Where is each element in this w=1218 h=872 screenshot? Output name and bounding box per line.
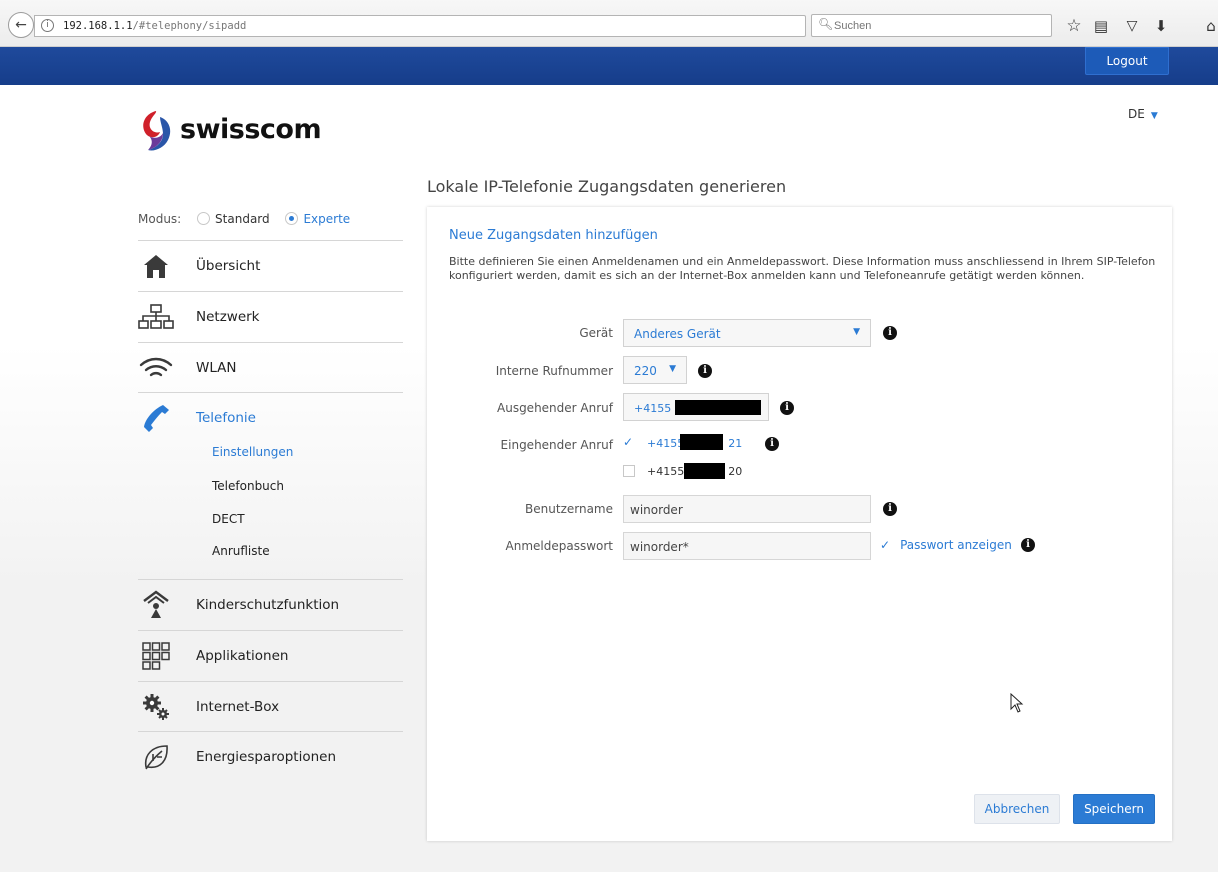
search-icon: 🔍︎ — [818, 17, 834, 31]
username-input[interactable]: winorder — [623, 495, 871, 523]
sidebar-item-label: WLAN — [196, 360, 237, 376]
network-icon — [138, 301, 174, 333]
sidebar-item-label: Applikationen — [196, 648, 289, 664]
save-button[interactable]: Speichern — [1073, 794, 1155, 824]
internal-number-label: Interne Rufnummer — [495, 364, 613, 378]
device-select-value: Anderes Gerät — [634, 327, 721, 341]
sidebar-item-label: Telefonie — [196, 410, 256, 426]
incoming-checkbox-1[interactable]: ✓ — [623, 436, 635, 448]
logout-button[interactable]: Logout — [1085, 47, 1169, 75]
incoming-number-1-suffix: 21 — [728, 437, 743, 450]
swisscom-logo-icon — [143, 111, 171, 151]
section-title: Neue Zugangsdaten hinzufügen — [449, 228, 658, 243]
subnav-anrufliste[interactable]: Anrufliste — [212, 544, 270, 558]
subnav-telefonbuch[interactable]: Telefonbuch — [212, 479, 284, 493]
sidebar-item-energiesparoptionen[interactable]: Energiesparoptionen — [138, 731, 403, 782]
browser-toolbar: ← i 192.168.1.1/#telephony/sipadd ↻ 🔍︎ ☆… — [0, 0, 1218, 47]
phone-icon — [138, 402, 174, 434]
child-protection-icon — [138, 589, 174, 621]
radio-expert[interactable] — [285, 212, 299, 225]
info-icon[interactable]: i — [1021, 538, 1035, 552]
mode-standard-label[interactable]: Standard — [215, 212, 270, 226]
url-text: 192.168.1.1/#telephony/sipadd — [63, 20, 246, 32]
sidebar-item-label: Netzwerk — [196, 309, 260, 325]
sidebar-item-label: Kinderschutzfunktion — [196, 597, 340, 613]
incoming-call-label: Eingehender Anruf — [500, 438, 613, 452]
show-password-toggle[interactable]: ✓ Passwort anzeigen — [880, 538, 1012, 552]
mouse-cursor-icon — [1010, 693, 1024, 713]
info-icon[interactable]: i — [698, 364, 712, 378]
home-icon[interactable]: ⌂ — [1204, 16, 1218, 36]
mode-switch: Modus: Standard Experte — [138, 212, 350, 226]
internal-number-select[interactable]: 220 ▼ — [623, 356, 687, 384]
top-banner — [0, 47, 1218, 85]
sidebar-item-uebersicht[interactable]: Übersicht — [138, 240, 403, 291]
password-label: Anmeldepasswort — [505, 539, 614, 553]
cancel-button[interactable]: Abbrechen — [974, 794, 1060, 824]
swisscom-logo[interactable]: swisscom — [136, 108, 336, 154]
gears-icon — [138, 691, 174, 723]
page-title: Lokale IP-Telefonie Zugangsdaten generie… — [427, 177, 787, 196]
form-panel: Neue Zugangsdaten hinzufügen Bitte defin… — [427, 207, 1172, 841]
sidebar-item-label: Energiesparoptionen — [196, 749, 337, 765]
info-icon[interactable]: i — [883, 502, 897, 516]
search-input[interactable] — [834, 17, 1044, 34]
language-selector[interactable]: DE ▼ — [1128, 107, 1158, 121]
redaction-bar — [684, 463, 725, 479]
subnav-dect[interactable]: DECT — [212, 512, 245, 526]
checkbox-checked-icon[interactable]: ✓ — [880, 538, 890, 552]
logo-text: swisscom — [180, 114, 322, 145]
incoming-number-1-prefix: +4155 — [647, 437, 685, 450]
language-value: DE — [1128, 107, 1145, 121]
sidebar-item-label: Internet-Box — [196, 699, 280, 715]
incoming-number-2-prefix: +4155 — [647, 465, 685, 478]
outgoing-call-label: Ausgehender Anruf — [497, 401, 613, 415]
username-label: Benutzername — [525, 502, 613, 516]
incoming-number-2-suffix: 20 — [728, 465, 743, 478]
reading-list-icon[interactable]: ▤ — [1091, 16, 1111, 36]
device-select[interactable]: Anderes Gerät ▼ — [623, 319, 871, 347]
internal-number-value: 220 — [634, 364, 657, 378]
sidebar-item-wlan[interactable]: WLAN — [138, 342, 403, 393]
house-icon — [138, 250, 174, 282]
incoming-checkbox-2[interactable] — [623, 465, 635, 477]
url-host: 192.168.1.1 — [63, 20, 133, 32]
outgoing-call-value: +4155 — [634, 402, 672, 415]
redaction-bar — [675, 400, 761, 415]
subnav-einstellungen[interactable]: Einstellungen — [212, 445, 293, 459]
bookmark-star-icon[interactable]: ☆ — [1064, 16, 1084, 36]
show-password-label: Passwort anzeigen — [900, 538, 1012, 552]
download-icon[interactable]: ⬇ — [1151, 16, 1171, 36]
chevron-down-icon: ▼ — [669, 364, 676, 374]
info-icon[interactable]: i — [765, 437, 779, 451]
info-icon[interactable]: i — [41, 19, 54, 32]
info-icon[interactable]: i — [883, 326, 897, 340]
back-arrow-icon[interactable]: ← — [8, 12, 34, 38]
wifi-icon — [138, 352, 174, 384]
mode-expert-label[interactable]: Experte — [303, 212, 350, 226]
chevron-down-icon: ▼ — [853, 327, 860, 337]
sidebar-item-kinderschutzfunktion[interactable]: Kinderschutzfunktion — [138, 579, 403, 630]
sidebar-item-label: Übersicht — [196, 258, 261, 274]
leaf-icon — [138, 741, 174, 773]
redaction-bar — [680, 434, 723, 450]
chevron-down-icon: ▼ — [1150, 111, 1158, 121]
password-input[interactable]: winorder* — [623, 532, 871, 560]
device-label: Gerät — [579, 326, 613, 340]
radio-standard[interactable] — [197, 212, 211, 225]
description-text: Bitte definieren Sie einen Anmeldenamen … — [449, 255, 1156, 282]
info-icon[interactable]: i — [780, 401, 794, 415]
apps-icon — [138, 640, 174, 672]
url-path: /#telephony/sipadd — [132, 20, 247, 32]
sidebar-item-internet-box[interactable]: Internet-Box — [138, 681, 403, 732]
search-bar[interactable]: 🔍︎ — [811, 14, 1052, 37]
mode-label: Modus: — [138, 212, 182, 226]
sidebar-item-netzwerk[interactable]: Netzwerk — [138, 291, 403, 342]
sidebar-item-applikationen[interactable]: Applikationen — [138, 630, 403, 681]
pocket-icon[interactable]: ▽ — [1122, 16, 1142, 36]
address-bar[interactable]: i 192.168.1.1/#telephony/sipadd ↻ — [34, 15, 830, 37]
